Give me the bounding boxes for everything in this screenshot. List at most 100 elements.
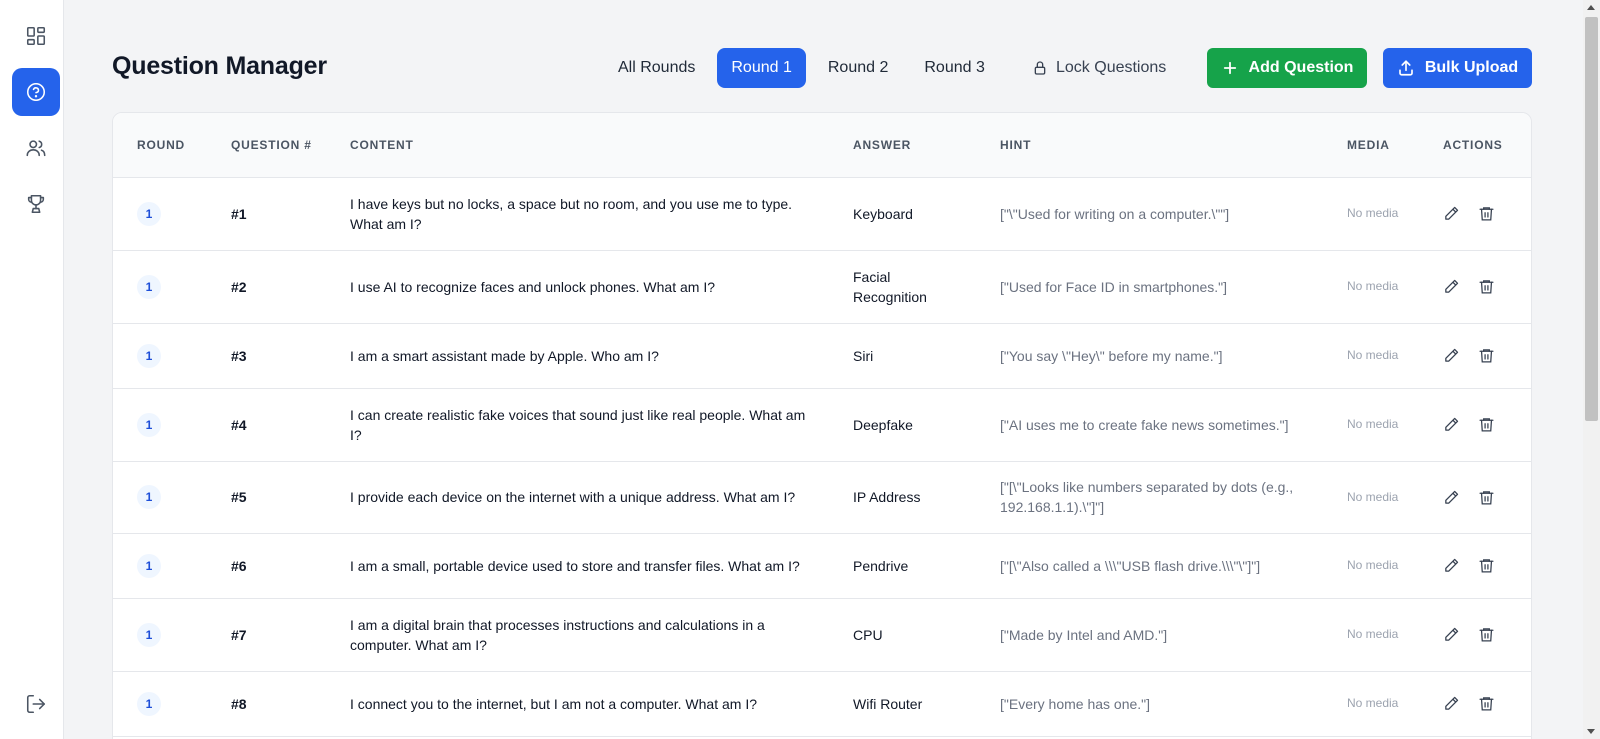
- round-badge: 1: [137, 201, 161, 226]
- edit-icon[interactable]: [1443, 626, 1460, 643]
- round-badge: 1: [137, 343, 161, 368]
- edit-icon[interactable]: [1443, 695, 1460, 712]
- trash-icon[interactable]: [1478, 489, 1495, 506]
- question-number: #5: [207, 461, 326, 534]
- question-media: No media: [1323, 323, 1419, 389]
- table-row: 1 #3 I am a smart assistant made by Appl…: [113, 323, 1531, 389]
- question-answer: Siri: [829, 323, 976, 389]
- edit-icon[interactable]: [1443, 347, 1460, 364]
- questions-table-card: Round Question # Content Answer Hint Med…: [112, 112, 1532, 739]
- trash-icon[interactable]: [1478, 557, 1495, 574]
- question-content: I am a smart assistant made by Apple. Wh…: [326, 323, 829, 389]
- question-answer: Facial Recognition: [829, 250, 976, 324]
- question-media: No media: [1323, 533, 1419, 599]
- lock-questions-button[interactable]: Lock Questions: [1032, 48, 1166, 88]
- tab-round-1[interactable]: Round 1: [717, 48, 806, 88]
- question-answer: Wifi Router: [829, 671, 976, 737]
- trash-icon[interactable]: [1478, 626, 1495, 643]
- trash-icon[interactable]: [1478, 416, 1495, 433]
- question-number: #4: [207, 388, 326, 462]
- question-hint: ["AI uses me to create fake news sometim…: [976, 388, 1323, 462]
- trash-icon[interactable]: [1478, 205, 1495, 222]
- header-answer: Answer: [829, 113, 976, 178]
- header-media: Media: [1323, 113, 1419, 178]
- trash-icon[interactable]: [1478, 695, 1495, 712]
- edit-icon[interactable]: [1443, 205, 1460, 222]
- table-row: 1 #7 I am a digital brain that processes…: [113, 598, 1531, 672]
- table-row: 1 #2 I use AI to recognize faces and unl…: [113, 250, 1531, 324]
- trophy-icon: [25, 193, 47, 215]
- add-question-button[interactable]: Add Question: [1207, 48, 1367, 88]
- sidebar-item-questions[interactable]: [12, 68, 60, 116]
- page-scrollbar[interactable]: [1583, 0, 1600, 739]
- trash-icon[interactable]: [1478, 347, 1495, 364]
- question-content: I am a digital brain that processes inst…: [326, 598, 829, 672]
- question-media: No media: [1323, 461, 1419, 534]
- question-hint: ["[\"Looks like numbers separated by dot…: [976, 461, 1323, 534]
- bulk-upload-label: Bulk Upload: [1424, 59, 1519, 76]
- header-question-number: Question #: [207, 113, 326, 178]
- upload-icon: [1397, 59, 1415, 77]
- question-media: No media: [1323, 177, 1419, 251]
- bulk-upload-button[interactable]: Bulk Upload: [1383, 48, 1532, 88]
- scroll-down-arrow[interactable]: [1587, 729, 1595, 734]
- round-tabs: All Rounds Round 1 Round 2 Round 3: [604, 48, 1007, 88]
- logout-button[interactable]: [12, 680, 60, 728]
- round-badge: 1: [137, 553, 161, 578]
- logout-icon: [25, 693, 47, 715]
- edit-icon[interactable]: [1443, 416, 1460, 433]
- question-number: #3: [207, 323, 326, 389]
- question-media: No media: [1323, 250, 1419, 324]
- trash-icon[interactable]: [1478, 278, 1495, 295]
- tab-round-2[interactable]: Round 2: [814, 48, 903, 88]
- question-content: I have keys but no locks, a space but no…: [326, 177, 829, 251]
- question-hint: ["Made by Intel and AMD."]: [976, 598, 1323, 672]
- plus-icon: [1221, 59, 1239, 77]
- question-hint: ["You say \"Hey\" before my name."]: [976, 323, 1323, 389]
- tab-round-3[interactable]: Round 3: [910, 48, 999, 88]
- question-number: #7: [207, 598, 326, 672]
- question-content: I use AI to recognize faces and unlock p…: [326, 250, 829, 324]
- question-media: No media: [1323, 388, 1419, 462]
- table-row: 1 #5 I provide each device on the intern…: [113, 461, 1531, 534]
- question-hint: ["[\"Also called a \\\"USB flash drive.\…: [976, 533, 1323, 599]
- scroll-up-arrow[interactable]: [1587, 5, 1595, 10]
- question-content: I connect you to the internet, but I am …: [326, 671, 829, 737]
- dashboard-icon: [25, 25, 47, 47]
- edit-icon[interactable]: [1443, 557, 1460, 574]
- sidebar-item-dashboard[interactable]: [12, 12, 60, 60]
- question-content: I am a small, portable device used to st…: [326, 533, 829, 599]
- round-badge: 1: [137, 485, 161, 509]
- edit-icon[interactable]: [1443, 278, 1460, 295]
- question-content: I can create realistic fake voices that …: [326, 388, 829, 462]
- page-title: Question Manager: [112, 52, 327, 80]
- help-circle-icon: [25, 81, 47, 103]
- question-number: #1: [207, 177, 326, 251]
- question-answer: Keyboard: [829, 177, 976, 251]
- header-round: Round: [113, 113, 207, 178]
- question-media: No media: [1323, 671, 1419, 737]
- scroll-thumb[interactable]: [1585, 17, 1598, 421]
- lock-questions-label: Lock Questions: [1056, 59, 1167, 76]
- edit-icon[interactable]: [1443, 489, 1460, 506]
- question-answer: CPU: [829, 598, 976, 672]
- sidebar-item-leaderboard[interactable]: [12, 180, 60, 228]
- question-answer: Deepfake: [829, 388, 976, 462]
- table-row: 1 #8 I connect you to the internet, but …: [113, 671, 1531, 737]
- table-row: 1 #6 I am a small, portable device used …: [113, 533, 1531, 599]
- round-badge: 1: [137, 622, 161, 647]
- table-row: 1 #1 I have keys but no locks, a space b…: [113, 177, 1531, 251]
- tab-all-rounds[interactable]: All Rounds: [604, 48, 709, 88]
- question-answer: Pendrive: [829, 533, 976, 599]
- sidebar-item-users[interactable]: [12, 124, 60, 172]
- users-icon: [25, 137, 47, 159]
- header-hint: Hint: [976, 113, 1323, 178]
- question-content: I provide each device on the internet wi…: [326, 461, 829, 534]
- question-hint: ["\"Used for writing on a computer.\""]: [976, 177, 1323, 251]
- question-hint: ["Every home has one."]: [976, 671, 1323, 737]
- sidebar: [0, 0, 64, 739]
- add-question-label: Add Question: [1248, 59, 1354, 76]
- question-number: #6: [207, 533, 326, 599]
- header-content: Content: [326, 113, 829, 178]
- round-badge: 1: [137, 412, 161, 437]
